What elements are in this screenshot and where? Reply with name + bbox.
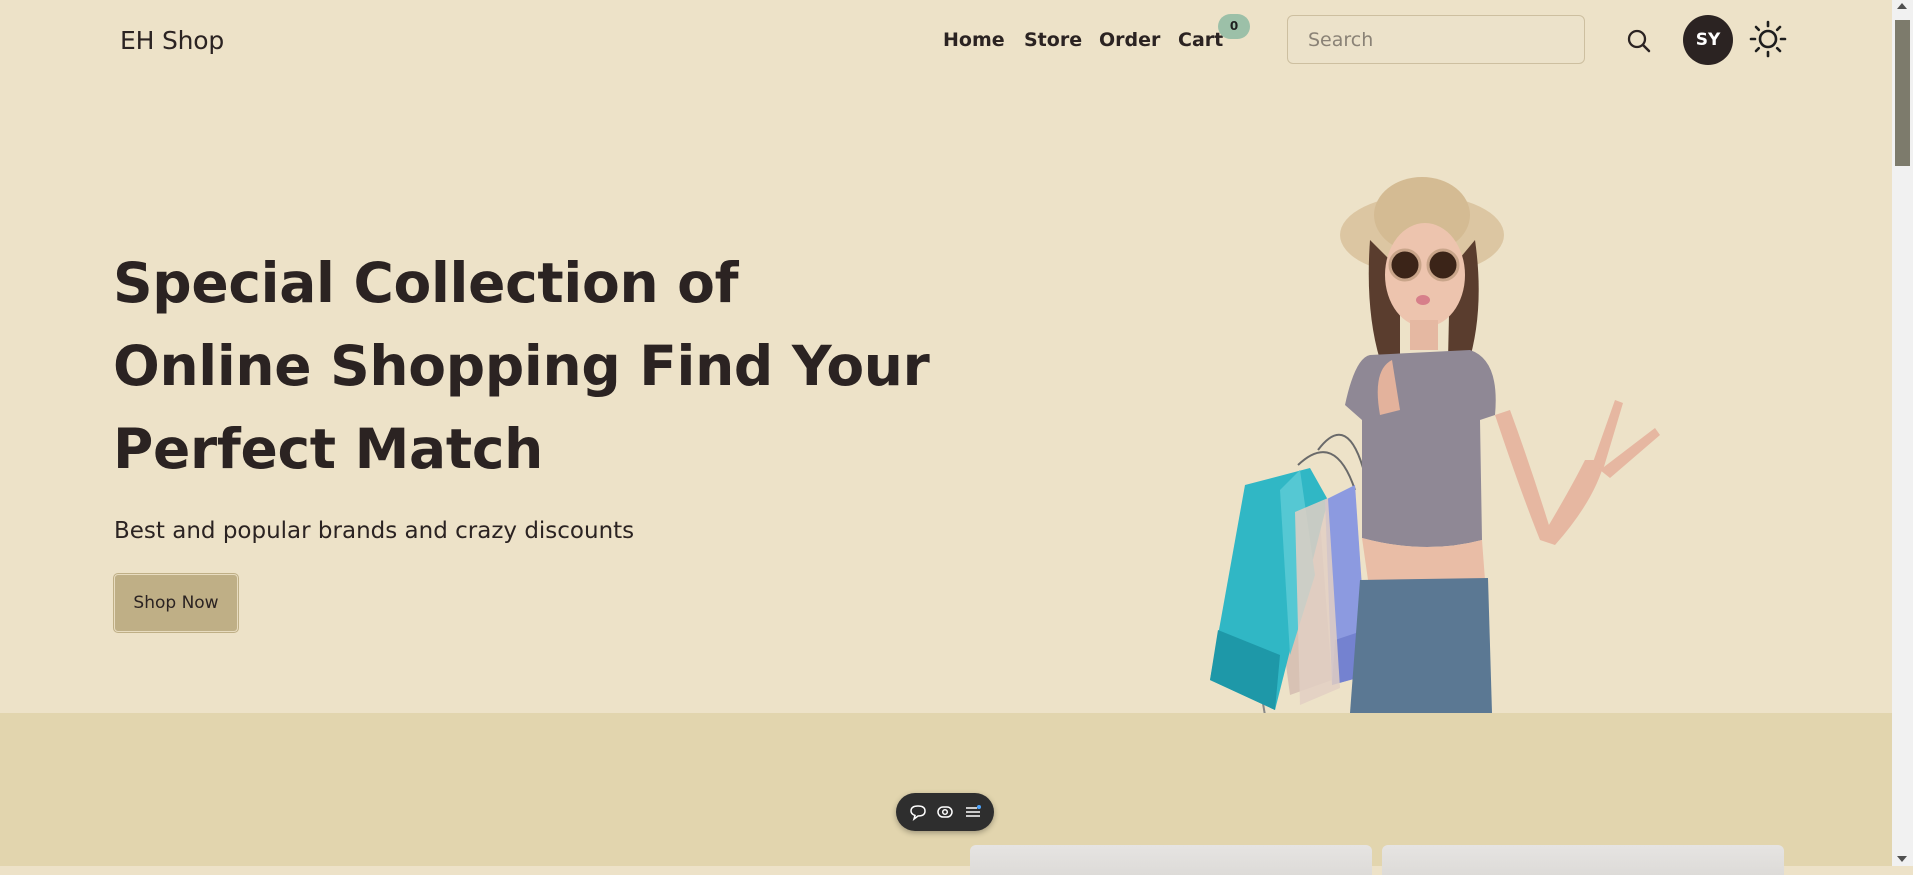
nav-store[interactable]: Store: [1024, 29, 1082, 51]
product-card[interactable]: [970, 845, 1372, 875]
hero-image: [1100, 160, 1680, 746]
theme-toggle-button[interactable]: [1749, 20, 1787, 58]
hero-title: Special Collection of Online Shopping Fi…: [113, 251, 930, 481]
user-avatar[interactable]: SY: [1683, 15, 1733, 65]
preview-button[interactable]: [935, 802, 955, 822]
scroll-down-arrow[interactable]: [1897, 856, 1907, 862]
scroll-up-arrow[interactable]: [1897, 3, 1907, 9]
search-icon: [1627, 29, 1651, 53]
eye-icon: [937, 806, 953, 818]
scrollbar-thumb[interactable]: [1895, 20, 1910, 166]
nav-cart[interactable]: Cart: [1178, 29, 1223, 51]
shop-now-button[interactable]: Shop Now: [114, 574, 238, 632]
site-header: EH Shop Home Store Order Cart 0 SY: [0, 0, 1892, 82]
menu-button[interactable]: [963, 802, 983, 822]
featured-section: [0, 713, 1892, 866]
shopping-bags-illustration: [1210, 433, 1368, 746]
cart-count-badge: 0: [1218, 14, 1250, 39]
brand-logo[interactable]: EH Shop: [120, 26, 224, 55]
search-input[interactable]: [1287, 15, 1585, 64]
comment-icon: [910, 805, 926, 821]
product-card[interactable]: [1382, 845, 1784, 875]
sun-icon: [1749, 20, 1787, 58]
vertical-scrollbar[interactable]: [1892, 0, 1913, 866]
nav-order[interactable]: Order: [1099, 29, 1160, 51]
comment-button[interactable]: [908, 802, 928, 822]
hero-subtitle: Best and popular brands and crazy discou…: [114, 518, 635, 544]
nav-home[interactable]: Home: [943, 29, 1005, 51]
menu-icon: [966, 805, 981, 817]
woman-figure: [1340, 177, 1660, 713]
search-button[interactable]: [1624, 26, 1654, 56]
floating-toolbar: [896, 793, 994, 831]
